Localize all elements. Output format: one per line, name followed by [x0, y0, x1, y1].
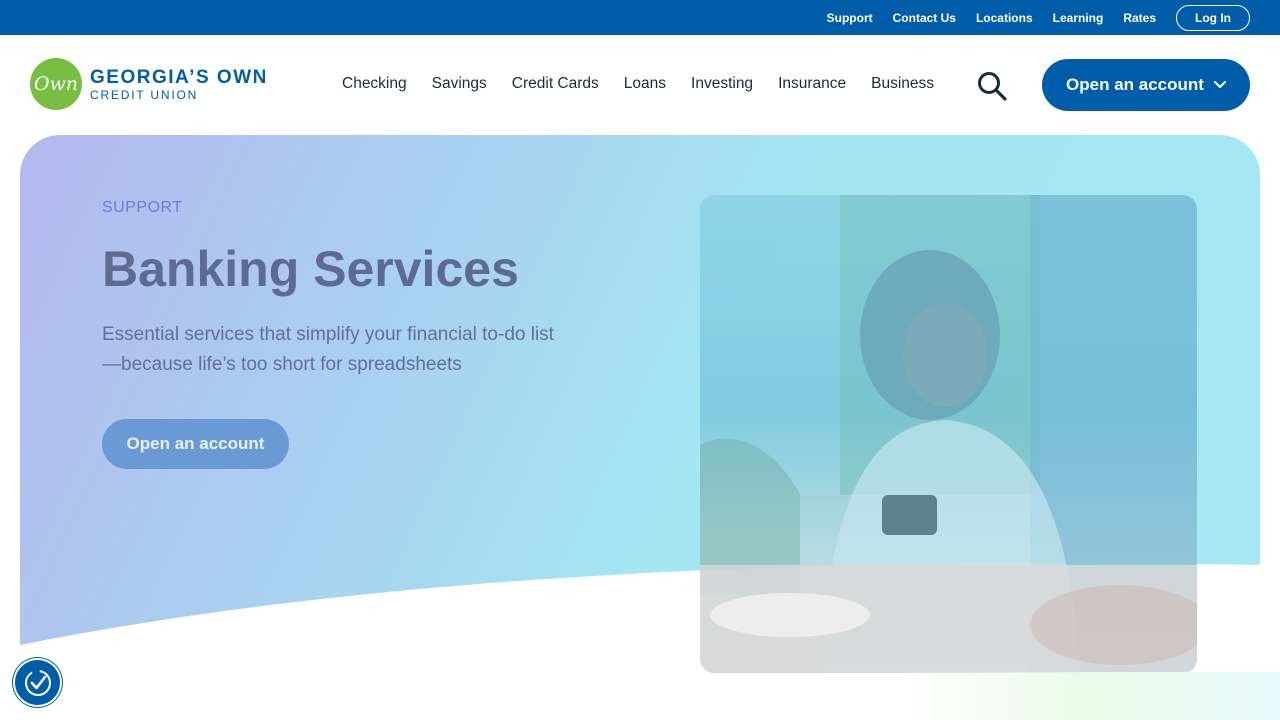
decorative-glow [900, 672, 1280, 720]
nav-item-credit-cards[interactable]: Credit Cards [512, 75, 599, 93]
primary-nav: Checking Savings Credit Cards Loans Inve… [342, 75, 959, 93]
utility-link-locations[interactable]: Locations [976, 11, 1033, 25]
page-title: Banking Services [102, 241, 519, 297]
utility-bar: Support Contact Us Locations Learning Ra… [0, 0, 1280, 35]
nav-item-insurance[interactable]: Insurance [778, 75, 846, 93]
nav-item-savings[interactable]: Savings [432, 75, 487, 93]
utility-link-contact-us[interactable]: Contact Us [893, 11, 956, 25]
hero-subtitle: Essential services that simplify your fi… [102, 324, 554, 375]
search-icon[interactable] [976, 71, 1008, 101]
utility-link-learning[interactable]: Learning [1053, 11, 1104, 25]
utility-link-rates[interactable]: Rates [1123, 11, 1156, 25]
chevron-down-icon [1213, 81, 1226, 88]
nav-item-investing[interactable]: Investing [691, 75, 753, 93]
hero-photo [700, 195, 1197, 673]
nav-item-loans[interactable]: Loans [624, 75, 666, 93]
logo-name: GEORGIA’S OWN [90, 66, 268, 88]
logo-tagline: CREDIT UNION [90, 87, 199, 102]
utility-link-support[interactable]: Support [827, 11, 873, 25]
logo-wordmark: GEORGIA’S OWN CREDIT UNION [90, 68, 268, 101]
accessibility-check-icon[interactable] [15, 660, 60, 705]
nav-item-business[interactable]: Business [871, 75, 934, 93]
open-account-button[interactable]: Open an account [102, 419, 289, 469]
main-nav: Own GEORGIA’S OWN CREDIT UNION Checking … [0, 35, 1280, 135]
open-account-menu-button[interactable]: Open an account [1042, 59, 1250, 111]
open-account-menu-label: Open an account [1066, 75, 1204, 94]
nav-item-checking[interactable]: Checking [342, 75, 407, 93]
hero-eyebrow: SUPPORT [102, 199, 183, 216]
logo-mark: Own [30, 58, 82, 110]
logo[interactable]: Own GEORGIA’S OWN CREDIT UNION [30, 58, 268, 110]
login-button[interactable]: Log In [1176, 4, 1250, 31]
